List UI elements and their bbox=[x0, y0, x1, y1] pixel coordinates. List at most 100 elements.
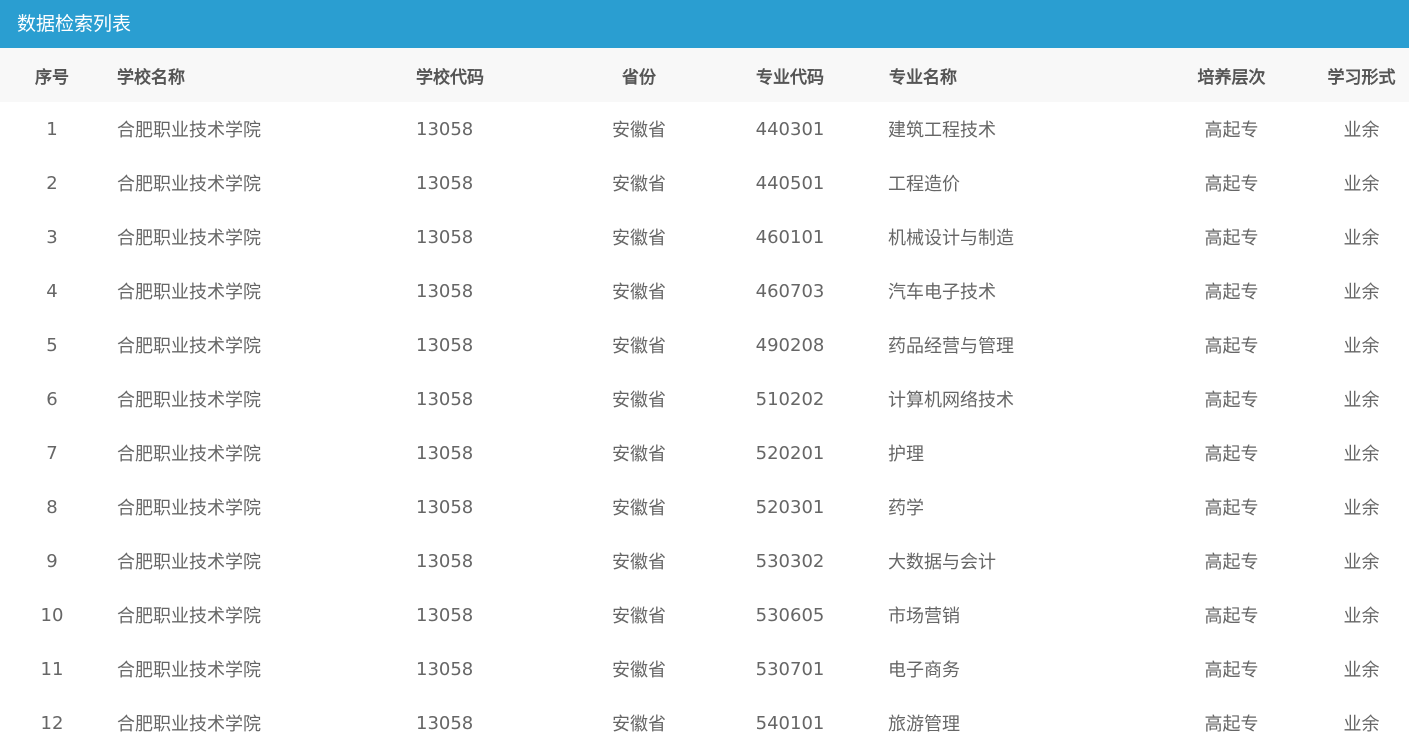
cell-level: 高起专 bbox=[1204, 498, 1259, 519]
column-header-province: 省份 bbox=[622, 67, 656, 88]
table-row[interactable]: 10 合肥职业技术学院 13058 安徽省 530605 市场营销 高起专 业余 bbox=[0, 588, 1409, 642]
column-header-school-code: 学校代码 bbox=[416, 67, 484, 88]
table-row[interactable]: 3 合肥职业技术学院 13058 安徽省 460101 机械设计与制造 高起专 业余 bbox=[0, 210, 1409, 264]
cell-school-name: 合肥职业技术学院 bbox=[117, 336, 261, 357]
cell-major-name: 建筑工程技术 bbox=[888, 120, 996, 141]
cell-index: 8 bbox=[46, 496, 58, 518]
cell-major-name: 电子商务 bbox=[888, 660, 960, 681]
cell-major-name: 旅游管理 bbox=[888, 714, 960, 735]
cell-study-mode: 业余 bbox=[1343, 498, 1380, 519]
table-header-row: 序号 学校名称 学校代码 省份 专业代码 专业名称 培养层次 学习形式 bbox=[0, 48, 1409, 102]
cell-province: 安徽省 bbox=[612, 228, 666, 249]
table-row[interactable]: 12 合肥职业技术学院 13058 安徽省 540101 旅游管理 高起专 业余 bbox=[0, 696, 1409, 749]
cell-school-code: 13058 bbox=[416, 550, 474, 572]
cell-index: 2 bbox=[46, 172, 58, 194]
cell-index: 12 bbox=[40, 712, 64, 734]
table-row[interactable]: 1 合肥职业技术学院 13058 安徽省 440301 建筑工程技术 高起专 业余 bbox=[0, 102, 1409, 156]
cell-school-name: 合肥职业技术学院 bbox=[117, 228, 261, 249]
cell-level: 高起专 bbox=[1204, 444, 1259, 465]
results-table: 序号 学校名称 学校代码 省份 专业代码 专业名称 培养层次 学习形式 1 合肥职… bbox=[0, 48, 1409, 749]
cell-level: 高起专 bbox=[1204, 282, 1259, 303]
cell-school-code: 13058 bbox=[416, 658, 474, 680]
cell-school-name: 合肥职业技术学院 bbox=[117, 444, 261, 465]
cell-level: 高起专 bbox=[1204, 174, 1259, 195]
cell-study-mode: 业余 bbox=[1343, 660, 1380, 681]
panel-title: 数据检索列表 bbox=[17, 13, 132, 35]
cell-school-code: 13058 bbox=[416, 442, 474, 464]
cell-major-code: 460703 bbox=[755, 280, 825, 302]
cell-index: 5 bbox=[46, 334, 58, 356]
cell-school-name: 合肥职业技术学院 bbox=[117, 552, 261, 573]
cell-school-code: 13058 bbox=[416, 118, 474, 140]
cell-school-code: 13058 bbox=[416, 604, 474, 626]
cell-major-code: 520201 bbox=[755, 442, 825, 464]
cell-major-name: 计算机网络技术 bbox=[888, 390, 1014, 411]
cell-province: 安徽省 bbox=[612, 714, 666, 735]
cell-province: 安徽省 bbox=[612, 336, 666, 357]
cell-study-mode: 业余 bbox=[1343, 390, 1380, 411]
cell-major-name: 机械设计与制造 bbox=[888, 228, 1014, 249]
table-row[interactable]: 7 合肥职业技术学院 13058 安徽省 520201 护理 高起专 业余 bbox=[0, 426, 1409, 480]
cell-major-code: 460101 bbox=[755, 226, 825, 248]
cell-level: 高起专 bbox=[1204, 228, 1259, 249]
cell-school-code: 13058 bbox=[416, 388, 474, 410]
cell-school-name: 合肥职业技术学院 bbox=[117, 390, 261, 411]
column-header-level: 培养层次 bbox=[1197, 67, 1266, 88]
cell-school-code: 13058 bbox=[416, 226, 474, 248]
cell-school-code: 13058 bbox=[416, 712, 474, 734]
cell-index: 6 bbox=[46, 388, 58, 410]
cell-province: 安徽省 bbox=[612, 606, 666, 627]
cell-level: 高起专 bbox=[1204, 660, 1259, 681]
cell-study-mode: 业余 bbox=[1343, 174, 1380, 195]
cell-major-code: 530605 bbox=[755, 604, 825, 626]
table-row[interactable]: 8 合肥职业技术学院 13058 安徽省 520301 药学 高起专 业余 bbox=[0, 480, 1409, 534]
table-row[interactable]: 2 合肥职业技术学院 13058 安徽省 440501 工程造价 高起专 业余 bbox=[0, 156, 1409, 210]
table-row[interactable]: 6 合肥职业技术学院 13058 安徽省 510202 计算机网络技术 高起专 业余 bbox=[0, 372, 1409, 426]
cell-level: 高起专 bbox=[1204, 120, 1259, 141]
column-header-major-code: 专业代码 bbox=[756, 67, 824, 88]
cell-major-code: 530302 bbox=[755, 550, 825, 572]
cell-major-name: 药品经营与管理 bbox=[888, 336, 1014, 357]
table-row[interactable]: 4 合肥职业技术学院 13058 安徽省 460703 汽车电子技术 高起专 业余 bbox=[0, 264, 1409, 318]
cell-province: 安徽省 bbox=[612, 390, 666, 411]
cell-study-mode: 业余 bbox=[1343, 606, 1380, 627]
cell-province: 安徽省 bbox=[612, 660, 666, 681]
cell-province: 安徽省 bbox=[612, 552, 666, 573]
cell-province: 安徽省 bbox=[612, 174, 666, 195]
table-row[interactable]: 9 合肥职业技术学院 13058 安徽省 530302 大数据与会计 高起专 业余 bbox=[0, 534, 1409, 588]
cell-major-code: 490208 bbox=[755, 334, 825, 356]
cell-study-mode: 业余 bbox=[1343, 714, 1380, 735]
panel-header: 数据检索列表 bbox=[0, 0, 1409, 48]
cell-study-mode: 业余 bbox=[1343, 552, 1380, 573]
cell-major-code: 440301 bbox=[755, 118, 825, 140]
cell-index: 10 bbox=[40, 604, 64, 626]
cell-index: 11 bbox=[40, 658, 64, 680]
table-row[interactable]: 5 合肥职业技术学院 13058 安徽省 490208 药品经营与管理 高起专 业余 bbox=[0, 318, 1409, 372]
table-row[interactable]: 11 合肥职业技术学院 13058 安徽省 530701 电子商务 高起专 业余 bbox=[0, 642, 1409, 696]
cell-school-name: 合肥职业技术学院 bbox=[117, 174, 261, 195]
cell-major-code: 540101 bbox=[755, 712, 825, 734]
cell-school-name: 合肥职业技术学院 bbox=[117, 606, 261, 627]
cell-study-mode: 业余 bbox=[1343, 120, 1380, 141]
cell-school-code: 13058 bbox=[416, 280, 474, 302]
cell-major-name: 市场营销 bbox=[888, 606, 960, 627]
cell-school-name: 合肥职业技术学院 bbox=[117, 714, 261, 735]
cell-school-name: 合肥职业技术学院 bbox=[117, 660, 261, 681]
cell-index: 1 bbox=[46, 118, 58, 140]
column-header-major-name: 专业名称 bbox=[889, 67, 957, 88]
cell-study-mode: 业余 bbox=[1343, 282, 1380, 303]
cell-school-code: 13058 bbox=[416, 172, 474, 194]
cell-major-name: 护理 bbox=[888, 444, 924, 465]
cell-major-code: 510202 bbox=[755, 388, 825, 410]
cell-school-code: 13058 bbox=[416, 496, 474, 518]
cell-school-name: 合肥职业技术学院 bbox=[117, 498, 261, 519]
cell-index: 7 bbox=[46, 442, 58, 464]
cell-level: 高起专 bbox=[1204, 606, 1259, 627]
cell-major-name: 大数据与会计 bbox=[888, 552, 996, 573]
cell-province: 安徽省 bbox=[612, 282, 666, 303]
column-header-study-mode: 学习形式 bbox=[1327, 67, 1396, 88]
cell-major-code: 520301 bbox=[755, 496, 825, 518]
cell-study-mode: 业余 bbox=[1343, 336, 1380, 357]
cell-study-mode: 业余 bbox=[1343, 444, 1380, 465]
cell-school-name: 合肥职业技术学院 bbox=[117, 120, 261, 141]
